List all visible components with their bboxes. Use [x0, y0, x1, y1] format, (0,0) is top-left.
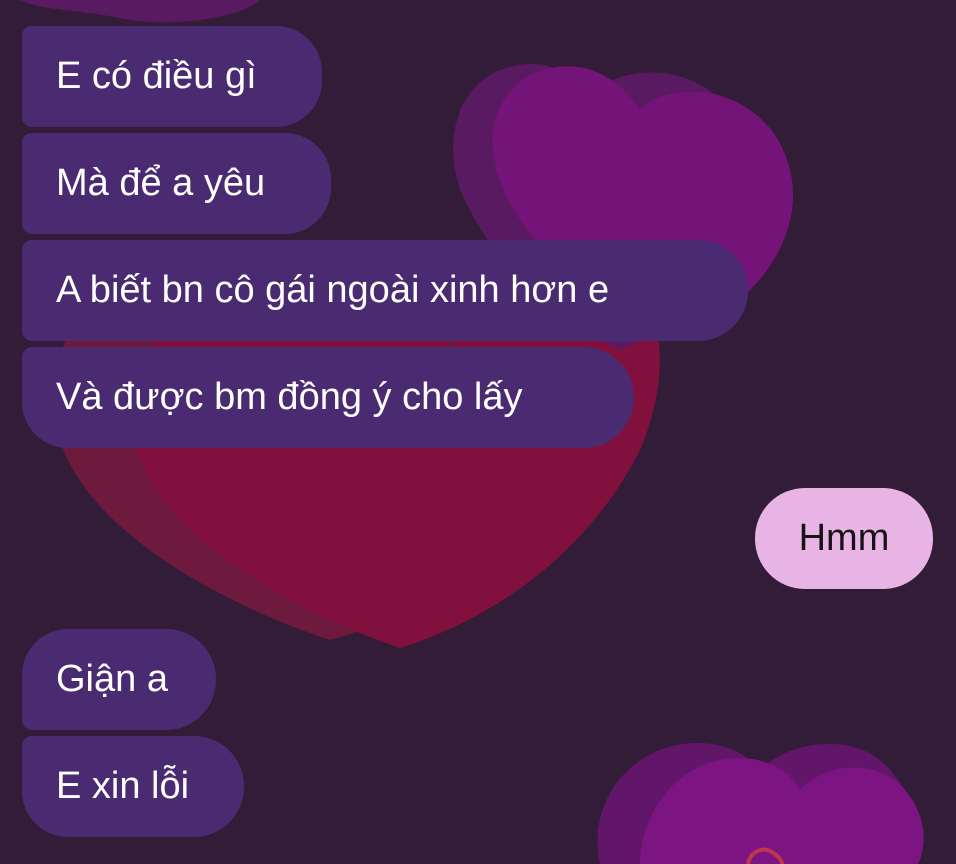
incoming-message-bubble[interactable]: E có điều gì — [22, 26, 322, 127]
message-thread: E có điều gì Mà để a yêu A biết bn cô gái … — [0, 0, 956, 864]
incoming-message-bubble[interactable]: Mà để a yêu — [22, 133, 331, 234]
incoming-message-bubble[interactable]: E xin lỗi — [22, 736, 244, 837]
incoming-message-bubble[interactable]: Và được bm đồng ý cho lấy — [22, 347, 634, 448]
outgoing-message-bubble[interactable]: Hmm — [755, 488, 933, 589]
incoming-message-bubble[interactable]: Giận a — [22, 629, 216, 730]
incoming-message-bubble[interactable]: A biết bn cô gái ngoài xinh hơn e — [22, 240, 748, 341]
